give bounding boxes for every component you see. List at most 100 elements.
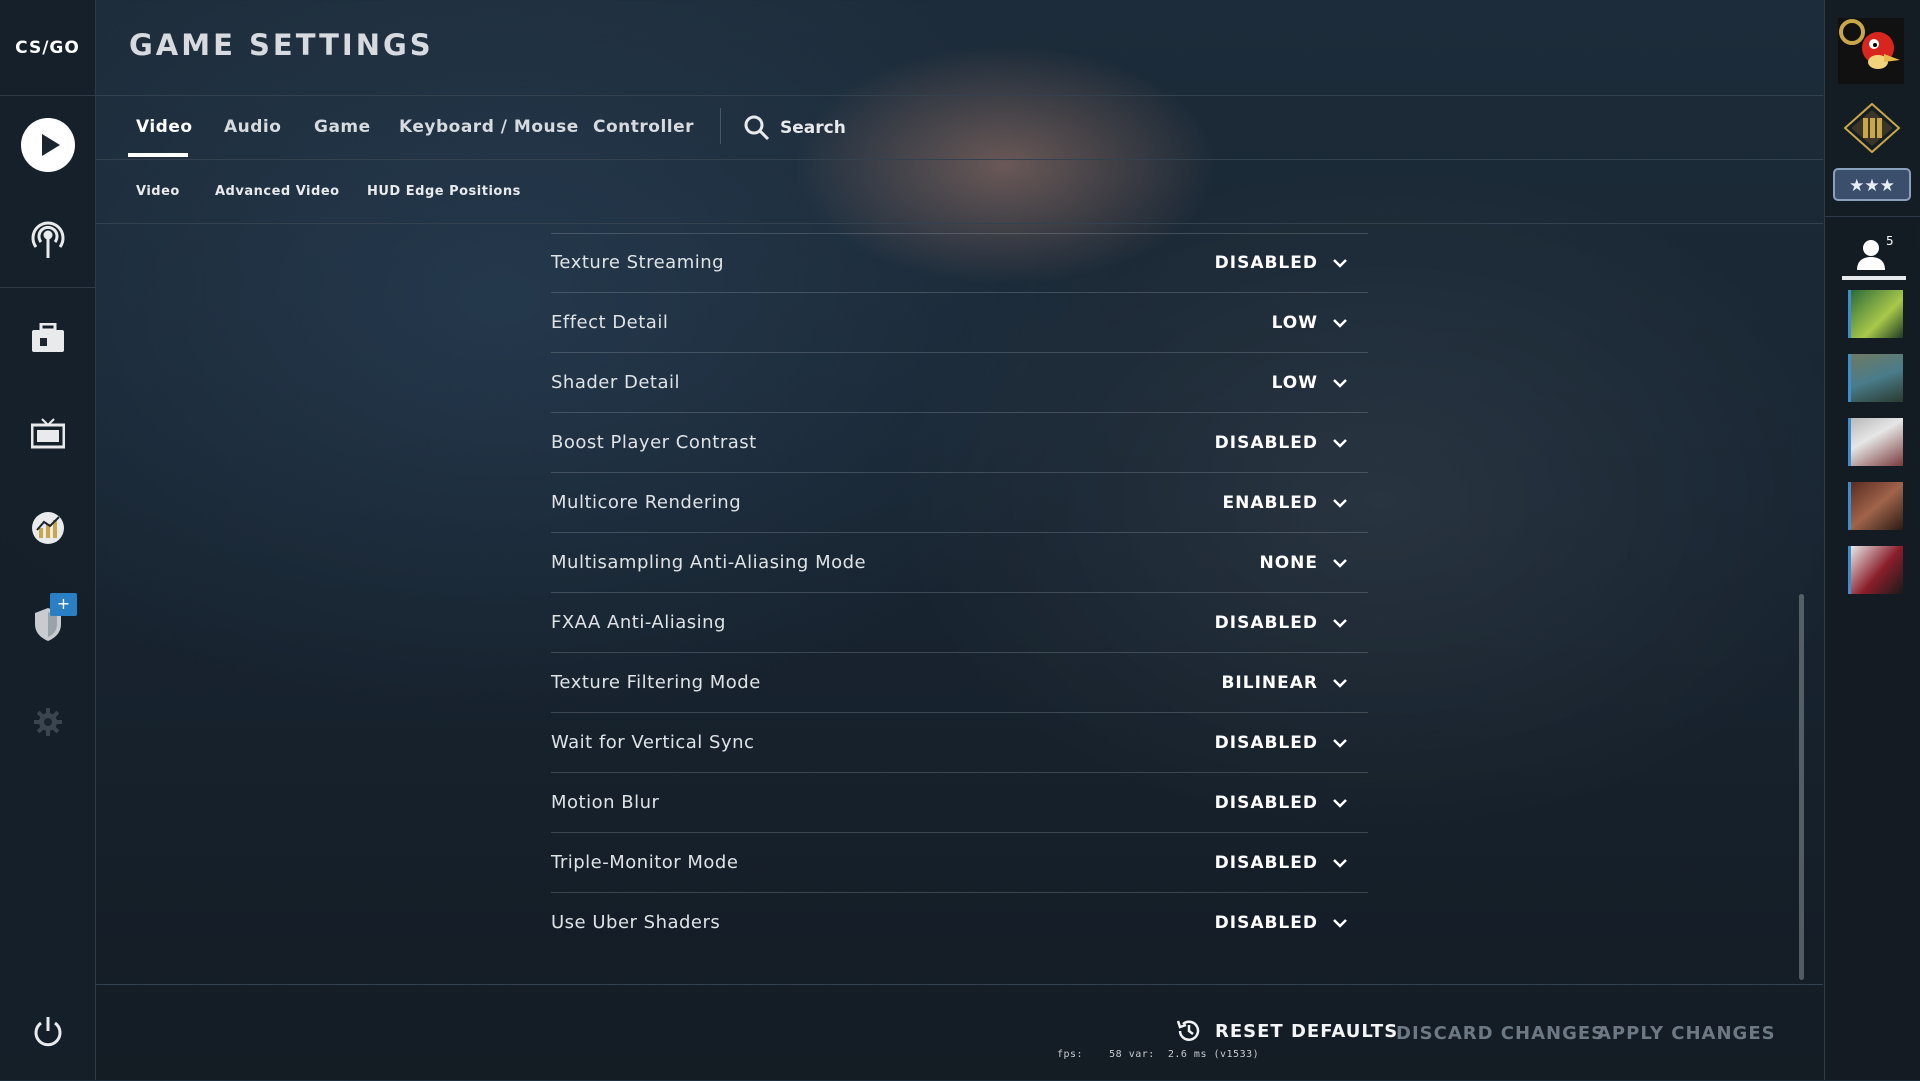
setting-label: Wait for Vertical Sync [551,732,755,753]
left-nav: CS/GO + [0,0,96,1080]
setting-dropdown[interactable]: LOW [1272,373,1368,393]
page-title: GAME SETTINGS [129,28,434,62]
setting-value: NONE [1259,552,1318,573]
shield-button[interactable] [0,602,95,646]
setting-row-effect-detail: Effect Detail LOW [551,293,1368,353]
chevron-down-icon [1333,438,1347,448]
setting-dropdown[interactable]: LOW [1272,313,1368,333]
chevron-down-icon [1333,738,1347,748]
reset-defaults-label: RESET DEFAULTS [1215,1020,1399,1042]
tab-audio[interactable]: Audio [224,96,281,159]
setting-dropdown[interactable]: BILINEAR [1221,673,1368,693]
reset-history-icon [1176,1020,1200,1041]
apply-changes-button[interactable]: APPLY CHANGES [1597,1023,1776,1044]
setting-dropdown[interactable]: DISABLED [1215,613,1368,633]
setting-value: DISABLED [1214,612,1318,633]
setting-label: FXAA Anti-Aliasing [551,612,726,633]
setting-row-motion-blur: Motion Blur DISABLED [551,773,1368,833]
setting-dropdown[interactable]: ENABLED [1222,493,1368,513]
setting-label: Multicore Rendering [551,492,742,513]
friend-avatar[interactable] [1848,546,1903,594]
fps-readout: fps: 58 var: 2.6 ms (v1533) [1057,1049,1260,1060]
rank-emblem[interactable] [1843,102,1901,154]
video-subtabs: Video Advanced Video HUD Edge Positions [96,160,1823,224]
setting-value: DISABLED [1214,732,1318,753]
setting-dropdown[interactable]: DISABLED [1215,853,1368,873]
setting-label: Effect Detail [551,312,669,333]
setting-dropdown[interactable]: DISABLED [1215,253,1368,273]
settings-button[interactable] [0,702,95,742]
subtab-video[interactable]: Video [136,160,180,223]
tab-keyboard-mouse[interactable]: Keyboard / Mouse [399,96,579,159]
settings-tabs: Video Audio Game Keyboard / Mouse Contro… [96,96,1823,160]
gear-icon [33,708,62,736]
chevron-down-icon [1333,918,1347,928]
setting-row-vertical-sync: Wait for Vertical Sync DISABLED [551,713,1368,773]
subtab-advanced-video[interactable]: Advanced Video [215,160,340,223]
setting-row-msaa-mode: Multisampling Anti-Aliasing Mode NONE [551,533,1368,593]
nav-divider [0,287,95,288]
power-button[interactable] [0,1012,95,1052]
setting-value: DISABLED [1214,252,1318,273]
setting-value: DISABLED [1214,912,1318,933]
setting-row-texture-streaming: Texture Streaming DISABLED [551,233,1368,293]
search-icon [744,115,770,140]
friend-avatar[interactable] [1848,482,1903,530]
woodpecker-avatar-icon [1838,18,1904,84]
tab-video[interactable]: Video [136,96,193,159]
subtab-hud-edge-positions[interactable]: HUD Edge Positions [367,160,521,223]
setting-label: Texture Streaming [551,252,725,273]
tab-controller[interactable]: Controller [593,96,694,159]
star-rank-icon: ★★★ [1833,168,1911,201]
chevron-down-icon [1333,618,1347,628]
csgo-logo[interactable]: CS/GO [0,0,95,96]
setting-value: DISABLED [1214,852,1318,873]
setting-dropdown[interactable]: DISABLED [1215,793,1368,813]
setting-value: ENABLED [1222,492,1318,513]
setting-dropdown[interactable]: NONE [1259,553,1368,573]
setting-row-fxaa: FXAA Anti-Aliasing DISABLED [551,593,1368,653]
active-tab-underline [128,153,188,157]
player-avatar[interactable] [1838,18,1904,84]
broadcast-icon [31,221,64,258]
friend-avatar[interactable] [1848,290,1903,338]
setting-dropdown[interactable]: DISABLED [1215,433,1368,453]
setting-label: Boost Player Contrast [551,432,757,453]
inventory-button[interactable] [0,318,95,358]
setting-value: BILINEAR [1221,672,1318,693]
friend-avatar[interactable] [1848,418,1903,466]
friends-button[interactable] [1838,230,1904,280]
friends-count: 5 [1886,234,1894,248]
stats-icon [31,512,64,544]
tab-game[interactable]: Game [314,96,371,159]
setting-label: Triple-Monitor Mode [551,852,739,873]
stats-button[interactable] [0,508,95,548]
power-icon [34,1017,61,1047]
setting-dropdown[interactable]: DISABLED [1215,733,1368,753]
shield-badge: + [50,593,77,616]
friend-avatar[interactable] [1848,354,1903,402]
reset-defaults-button[interactable]: RESET DEFAULTS [1175,1017,1398,1045]
settings-list: Texture Streaming DISABLED Effect Detail… [551,233,1368,952]
play-button[interactable] [0,117,95,173]
setting-row-uber-shaders: Use Uber Shaders DISABLED [551,893,1368,952]
setting-value: DISABLED [1214,792,1318,813]
chevron-down-icon [1333,498,1347,508]
inventory-icon [31,323,64,352]
search-label: Search [780,117,846,138]
settings-scrollbar[interactable] [1799,594,1804,980]
setting-label: Motion Blur [551,792,660,813]
watch-button[interactable] [0,414,95,454]
setting-label: Multisampling Anti-Aliasing Mode [551,552,867,573]
skill-group-badge[interactable]: ★★★ [1833,168,1911,201]
svg-text:★★★: ★★★ [1849,176,1895,196]
play-icon [20,118,75,172]
chevron-down-icon [1333,858,1347,868]
setting-dropdown[interactable]: DISABLED [1215,913,1368,933]
setting-value: LOW [1271,312,1318,333]
broadcast-button[interactable] [0,218,95,262]
discard-changes-button[interactable]: DISCARD CHANGES [1396,1023,1605,1044]
search-button[interactable]: Search [744,96,846,159]
setting-row-boost-player-contrast: Boost Player Contrast DISABLED [551,413,1368,473]
rank-emblem-icon [1843,102,1901,154]
